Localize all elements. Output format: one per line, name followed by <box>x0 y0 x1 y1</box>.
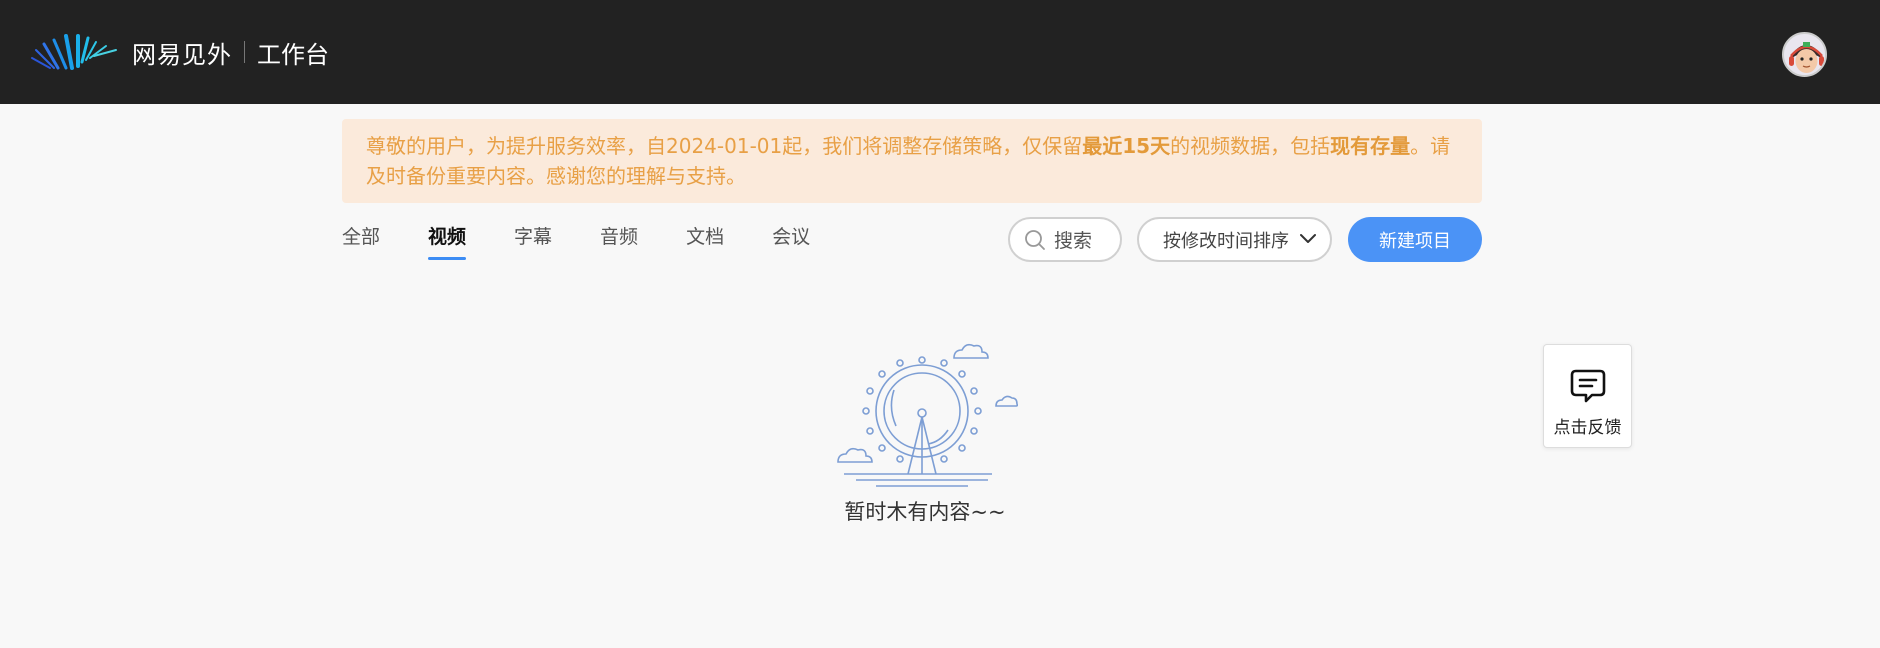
workspace-title: 工作台 <box>257 40 329 69</box>
avatar-icon <box>1784 34 1825 75</box>
chat-bubble-icon <box>1570 369 1606 403</box>
feedback-label: 点击反馈 <box>1553 418 1622 438</box>
sort-label: 按修改时间排序 <box>1163 230 1289 252</box>
new-project-button[interactable]: 新建项目 <box>1348 217 1482 262</box>
category-tabs: 全部 视频 字幕 音频 文档 会议 <box>342 222 858 262</box>
ferris-wheel-illustration <box>837 343 1018 487</box>
tab-audio[interactable]: 音频 <box>600 222 638 262</box>
storage-notice-banner: 尊敬的用户，为提升服务效率，自2024-01-01起，我们将调整存储策略，仅保留… <box>342 119 1482 203</box>
sort-select[interactable]: 按修改时间排序 <box>1137 217 1332 262</box>
brand-name: 网易见外 <box>132 40 232 69</box>
tab-document[interactable]: 文档 <box>686 222 724 262</box>
notice-bold-1: 最近15天 <box>1082 134 1171 158</box>
tab-video[interactable]: 视频 <box>428 222 467 262</box>
search-icon <box>1025 229 1045 250</box>
logo-icon <box>31 34 117 70</box>
empty-state-text: 暂时木有内容~~ <box>844 500 1006 524</box>
tab-subtitle[interactable]: 字幕 <box>514 222 552 262</box>
notice-text-2: 的视频数据，包括 <box>1170 134 1331 158</box>
search-placeholder: 搜索 <box>1054 230 1093 252</box>
notice-bold-2: 现有存量 <box>1330 134 1411 158</box>
user-avatar[interactable] <box>1782 32 1827 77</box>
notice-text-1: 尊敬的用户，为提升服务效率，自2024-01-01起，我们将调整存储策略，仅保留 <box>366 134 1083 158</box>
chevron-down-icon <box>1300 234 1316 243</box>
top-bar: 网易见外 工作台 <box>0 0 1880 104</box>
feedback-button[interactable]: 点击反馈 <box>1543 344 1632 448</box>
brand-divider <box>244 41 245 63</box>
search-input[interactable]: 搜索 <box>1008 217 1122 262</box>
tab-meeting[interactable]: 会议 <box>772 222 810 262</box>
tab-all[interactable]: 全部 <box>342 222 380 262</box>
logo[interactable]: 网易见外 工作台 <box>30 32 329 72</box>
